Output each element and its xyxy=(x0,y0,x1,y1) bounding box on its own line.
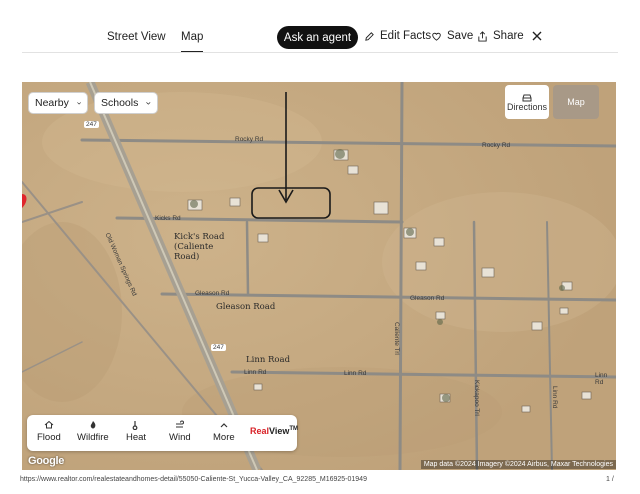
tab-map[interactable]: Map xyxy=(181,31,204,53)
layer-more[interactable]: More xyxy=(213,420,235,443)
chevron-up-icon xyxy=(220,423,228,428)
heat-icon xyxy=(132,421,138,430)
wind-icon xyxy=(175,420,184,428)
google-logo: Google xyxy=(28,455,65,467)
heart-icon xyxy=(432,32,441,41)
ask-agent-button[interactable]: Ask an agent xyxy=(277,26,358,49)
layer-wildfire[interactable]: Wildfire xyxy=(77,420,109,443)
realview-brand-red: Real xyxy=(250,426,270,436)
road-label: Gleason Rd xyxy=(195,290,230,297)
map-label: Map xyxy=(567,97,585,107)
nearby-label: Nearby xyxy=(35,97,69,109)
satellite-map[interactable]: Rocky Rd Rocky Rd Kicks Rd Gleason Rd Gl… xyxy=(22,82,616,470)
flood-label: Flood xyxy=(37,432,61,443)
page-number: 1 / xyxy=(606,476,614,483)
heat-label: Heat xyxy=(126,432,147,443)
chevron-down-icon xyxy=(146,101,151,105)
wildfire-icon xyxy=(90,421,96,429)
realview-brand-black: View xyxy=(269,426,290,436)
map-view-button[interactable]: Map xyxy=(553,85,599,119)
directions-button[interactable]: Directions xyxy=(505,85,549,119)
more-label: More xyxy=(213,432,235,443)
flood-icon xyxy=(44,420,54,429)
save-label: Save xyxy=(447,30,474,42)
share-icon xyxy=(478,30,487,42)
edit-facts-button[interactable]: Edit Facts xyxy=(364,30,431,42)
route-shield: 247 xyxy=(211,344,226,351)
wildfire-label: Wildfire xyxy=(77,432,109,443)
top-toolbar: Street View Map Ask an agent Edit Facts … xyxy=(0,0,640,58)
road-label: Rocky Rd xyxy=(235,136,264,143)
annotation-line: Kick's Road xyxy=(174,232,225,242)
annotation-gleason-road: Gleason Road xyxy=(216,302,276,312)
annotation-line: Road) xyxy=(174,252,200,262)
road-label: Rocky Rd xyxy=(482,142,511,149)
tab-street-view[interactable]: Street View xyxy=(107,31,166,43)
map-attribution: Map data ©2024 Imagery ©2024 Airbus, Max… xyxy=(420,460,616,469)
map-controls: Directions Map xyxy=(505,85,601,119)
road-label: Linn Rd xyxy=(344,370,367,377)
map-layers-bar: Flood Wildfire Heat Wind More RealViewTM xyxy=(27,415,298,451)
nearby-dropdown[interactable]: Nearby xyxy=(28,92,88,114)
schools-dropdown[interactable]: Schools xyxy=(94,92,158,114)
road-label: Linn Rd xyxy=(244,369,267,376)
close-icon[interactable] xyxy=(530,29,544,43)
route-shield: 247 xyxy=(84,121,99,128)
annotation-linn-road: Linn Road xyxy=(246,355,291,365)
directions-label: Directions xyxy=(506,101,547,112)
page-url: https://www.realtor.com/realestateandhom… xyxy=(20,476,367,483)
road-label: Linn Rd xyxy=(551,386,558,409)
road-label: Kickapoo Trl xyxy=(473,380,480,416)
schools-label: Schools xyxy=(101,97,139,109)
share-label: Share xyxy=(493,30,524,42)
save-button[interactable]: Save xyxy=(431,30,473,42)
annotation-kicks-road: Kick's Road (Caliente Road) xyxy=(174,232,224,262)
realview-logo[interactable]: RealViewTM xyxy=(250,426,298,436)
road-label: Caliente Trl xyxy=(393,322,400,355)
road-label: Gleason Rd xyxy=(410,295,445,302)
wind-label: Wind xyxy=(169,432,191,443)
annotation-line: (Caliente xyxy=(174,242,214,252)
road-label: Kicks Rd xyxy=(155,215,181,222)
realview-tm: TM xyxy=(289,426,299,432)
car-icon xyxy=(522,94,532,101)
pencil-icon xyxy=(365,31,374,41)
road-label: Linn Rd xyxy=(595,372,608,386)
layer-wind[interactable]: Wind xyxy=(169,420,191,443)
layer-flood[interactable]: Flood xyxy=(37,420,61,443)
share-button[interactable]: Share xyxy=(477,30,524,42)
layer-heat[interactable]: Heat xyxy=(126,420,146,443)
satellite-imagery xyxy=(22,82,616,470)
toolbar-divider xyxy=(22,52,618,53)
edit-facts-label: Edit Facts xyxy=(380,30,432,42)
chevron-down-icon xyxy=(77,101,81,105)
